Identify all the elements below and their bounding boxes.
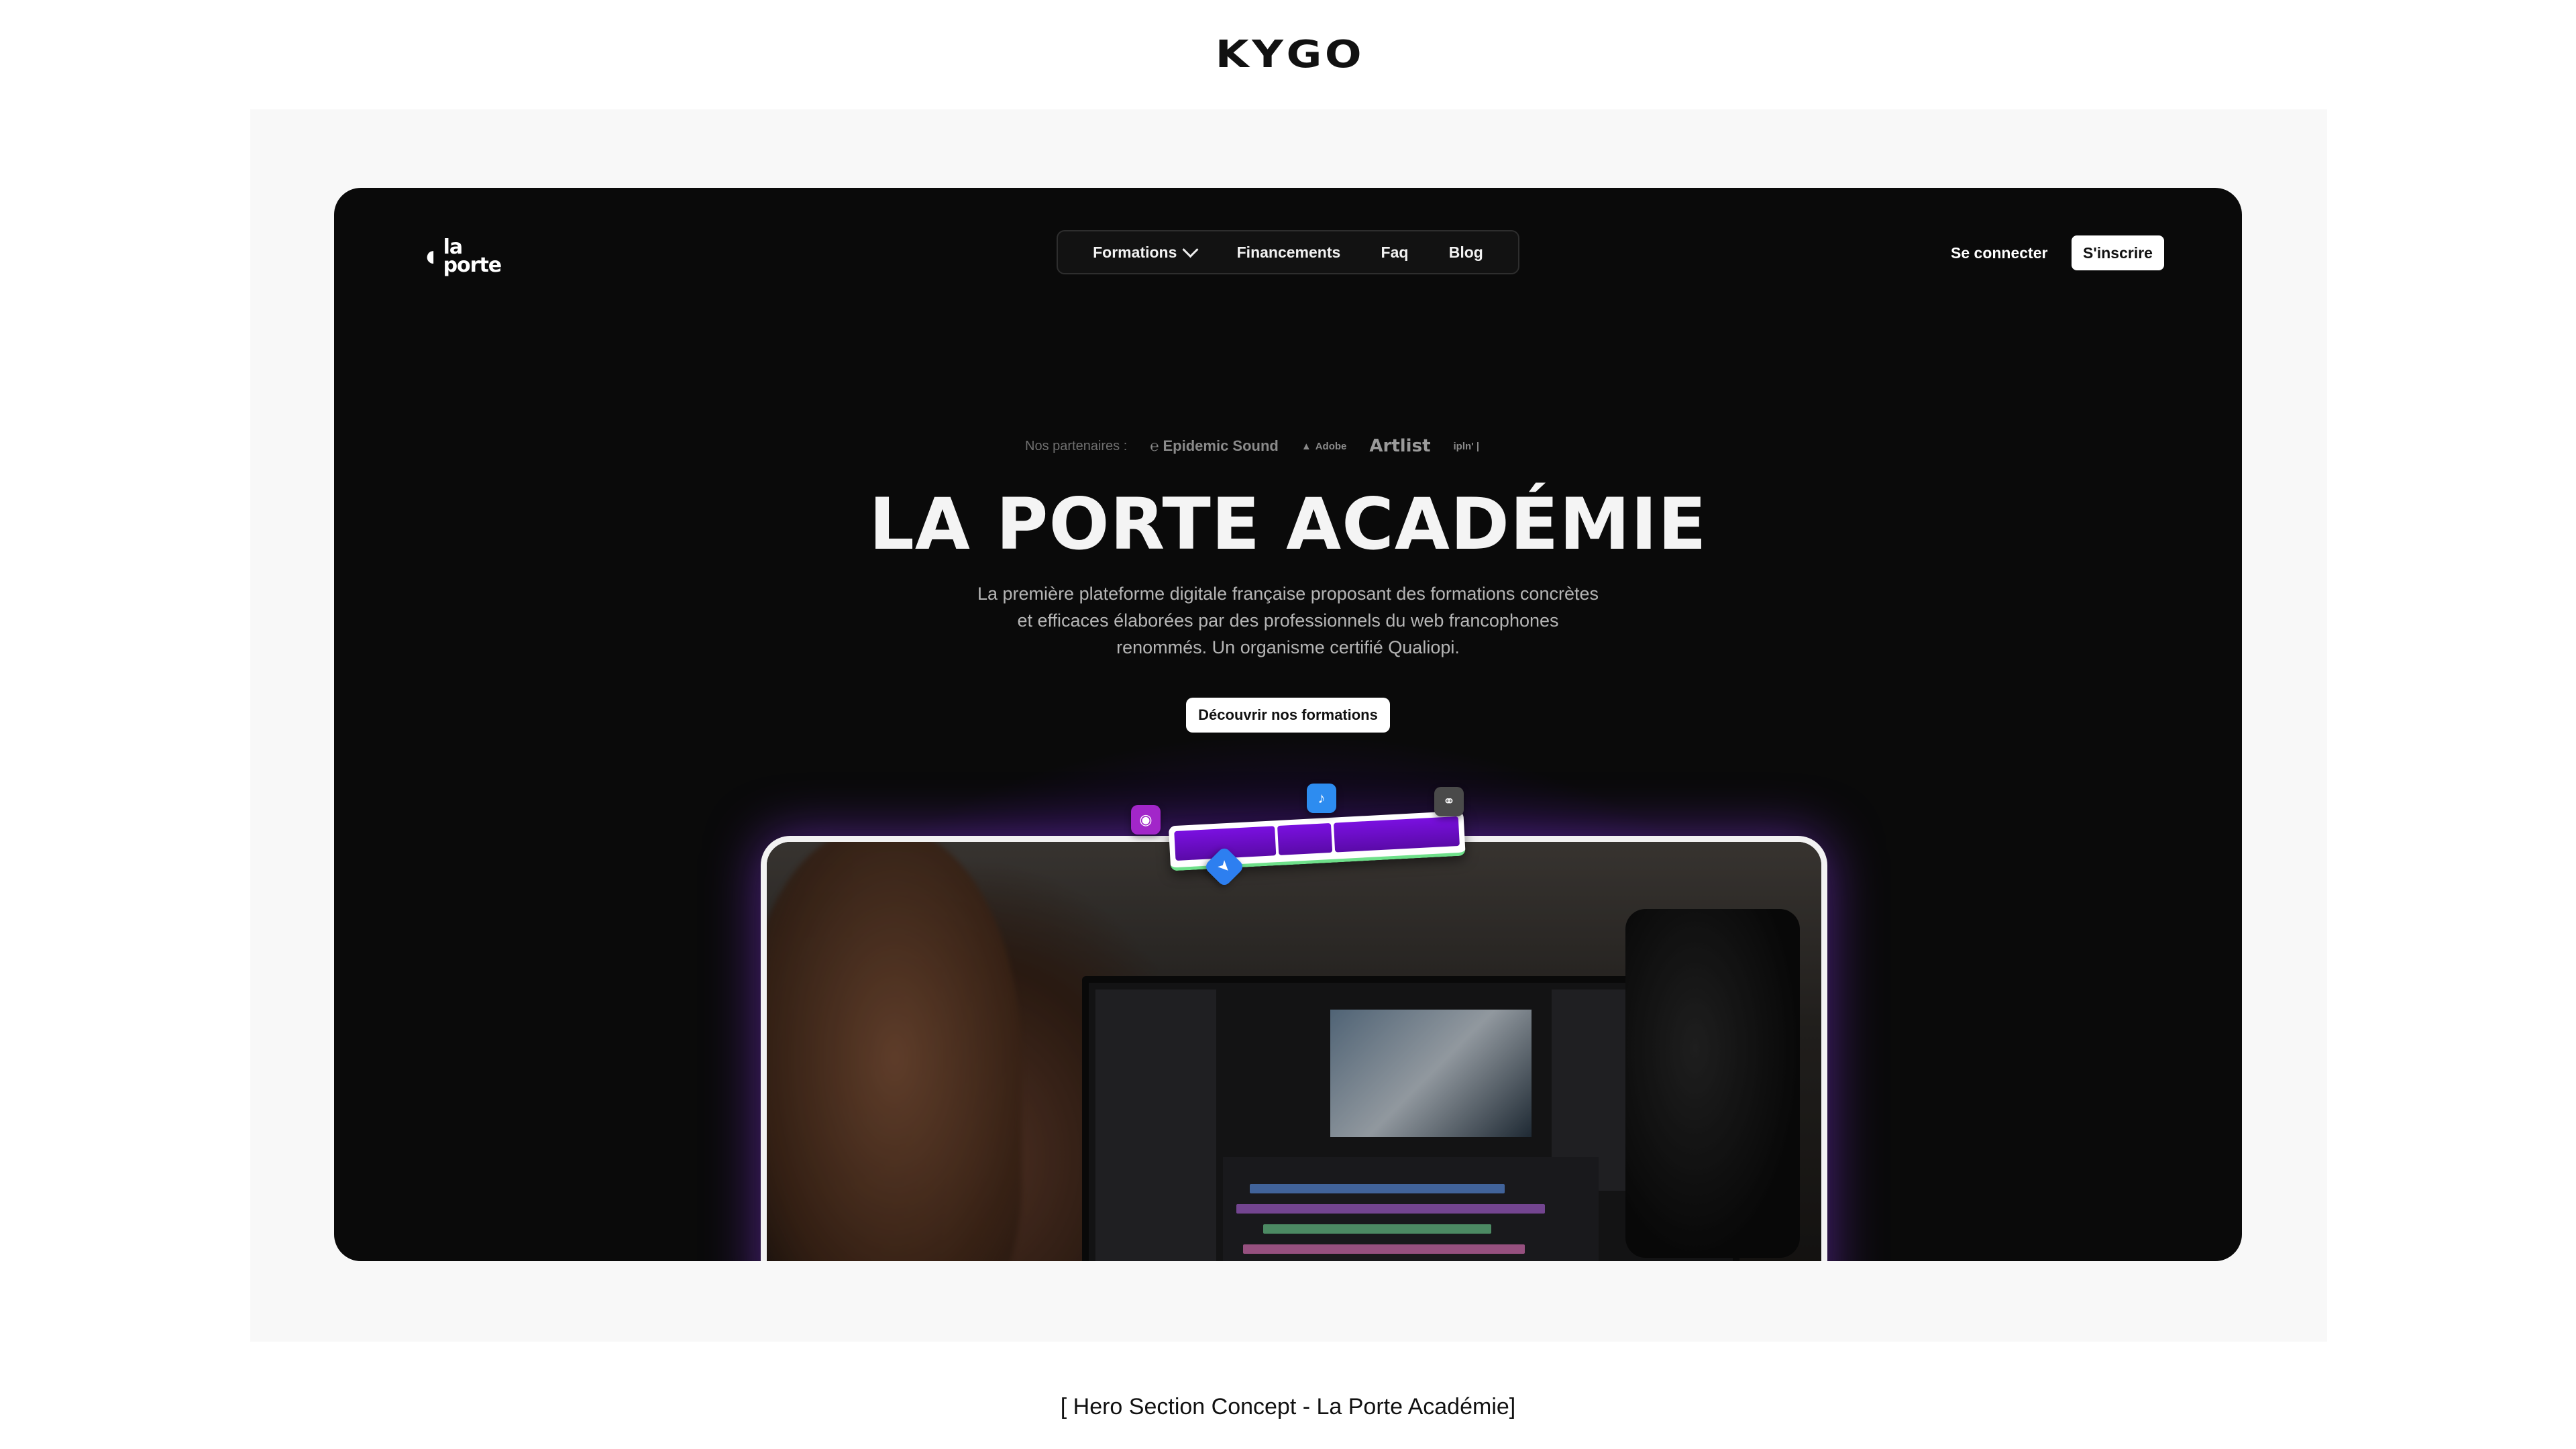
partners-label: Nos partenaires : bbox=[1025, 438, 1128, 453]
partner-ipln: ipln' | bbox=[1453, 440, 1480, 452]
partner-name: Adobe bbox=[1315, 440, 1347, 452]
main-nav: Formations Financements Faq Blog bbox=[1057, 230, 1519, 274]
hero-subtitle: La première plateforme digitale français… bbox=[977, 584, 1599, 657]
website-frame: ◖ la porte Formations Financements Faq B… bbox=[334, 188, 2242, 1261]
discover-courses-button[interactable]: Découvrir nos formations bbox=[1186, 698, 1390, 733]
partner-name: Epidemic Sound bbox=[1163, 437, 1279, 454]
hero-title: LA PORTE ACADÉMIE bbox=[869, 483, 1707, 566]
nav-item-financements[interactable]: Financements bbox=[1237, 244, 1341, 262]
door-icon: ◖ bbox=[421, 239, 439, 272]
partner-epidemic-sound: ℮ Epidemic Sound bbox=[1150, 437, 1279, 455]
epidemic-icon: ℮ bbox=[1150, 437, 1159, 454]
microphone-icon: ♪ bbox=[1307, 784, 1336, 813]
brand-logo: KYGO bbox=[1215, 32, 1365, 76]
partner-adobe: ▲ Adobe bbox=[1301, 441, 1347, 452]
logo-text-bottom: porte bbox=[443, 254, 502, 277]
nav-label: Formations bbox=[1093, 243, 1177, 261]
site-logo[interactable]: ◖ la porte bbox=[421, 236, 502, 277]
camera-icon: ◉ bbox=[1131, 805, 1161, 835]
link-icon: ⚭ bbox=[1434, 787, 1464, 816]
login-link[interactable]: Se connecter bbox=[1951, 244, 2047, 262]
chevron-down-icon bbox=[1182, 241, 1199, 258]
caption: [ Hero Section Concept - La Porte Académ… bbox=[1060, 1394, 1516, 1419]
partners-bar: Nos partenaires : ℮ Epidemic Sound ▲ Adobe… bbox=[1025, 433, 1551, 460]
laptop-video-preview bbox=[761, 836, 1827, 1261]
nav-item-formations[interactable]: Formations bbox=[1093, 241, 1199, 262]
partner-artlist: Artlist bbox=[1369, 436, 1431, 456]
nav-item-blog[interactable]: Blog bbox=[1449, 244, 1483, 262]
nav-item-faq[interactable]: Faq bbox=[1381, 244, 1409, 262]
adobe-icon: ▲ bbox=[1301, 440, 1311, 452]
signup-button[interactable]: S'inscrire bbox=[2072, 235, 2164, 270]
